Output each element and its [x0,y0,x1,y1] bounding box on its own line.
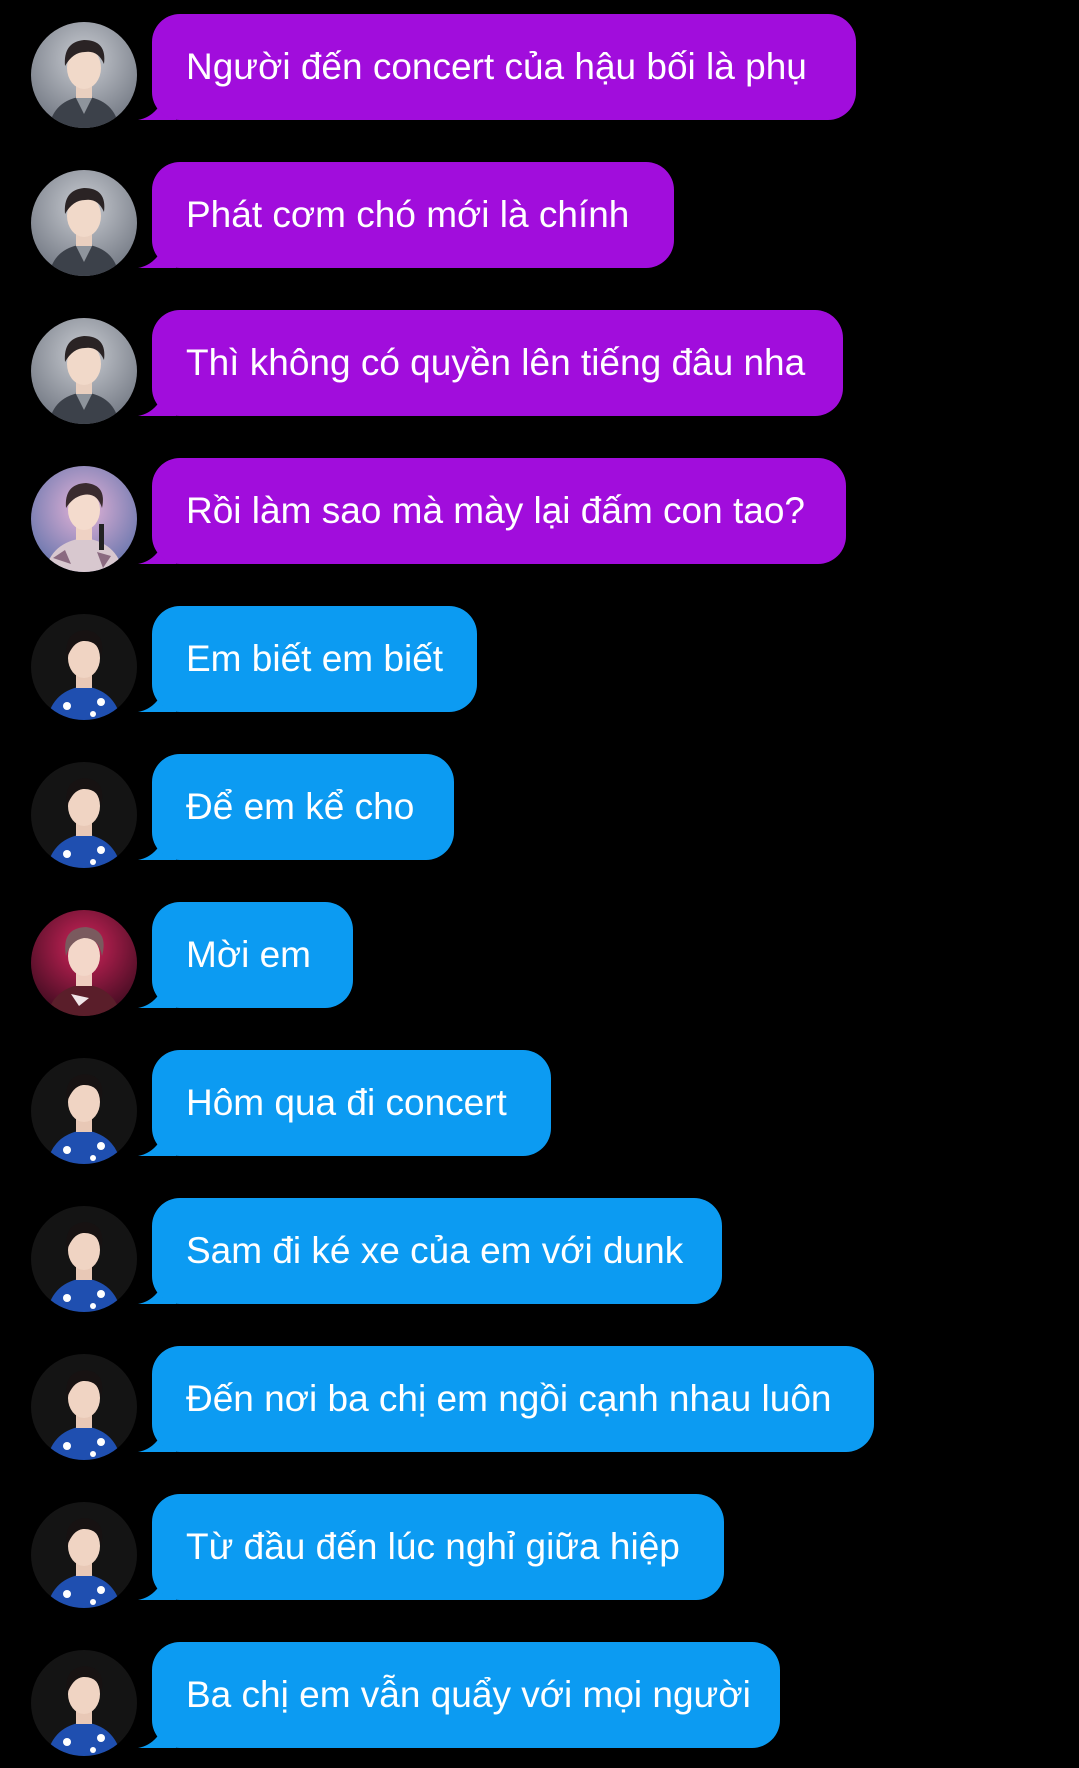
message-bubble[interactable]: Sam đi ké xe của em với dunk [152,1198,722,1304]
avatar-gray-jacket[interactable] [31,318,137,424]
message-row: Người đến concert của hậu bối là phụ [0,14,1079,128]
message-bubble[interactable]: Em biết em biết [152,606,477,712]
message-bubble[interactable]: Để em kể cho [152,754,454,860]
avatar-dark-blue-shirt[interactable] [31,1206,137,1312]
message-text: Sam đi ké xe của em với dunk [186,1230,684,1271]
message-bubble[interactable]: Rồi làm sao mà mày lại đấm con tao? [152,458,846,564]
avatar-stage-pink[interactable] [31,466,137,572]
avatar-dark-blue-shirt[interactable] [31,1058,137,1164]
avatar-gray-jacket[interactable] [31,170,137,276]
message-bubble[interactable]: Mời em [152,902,353,1008]
message-text: Phát cơm chó mới là chính [186,194,630,235]
message-bubble[interactable]: Đến nơi ba chị em ngồi cạnh nhau luôn [152,1346,874,1452]
message-text: Rồi làm sao mà mày lại đấm con tao? [186,490,805,531]
message-row: Ba chị em vẫn quẩy với mọi người [0,1642,1079,1756]
message-bubble[interactable]: Từ đầu đến lúc nghỉ giữa hiệp [152,1494,724,1600]
avatar-dark-blue-shirt[interactable] [31,1354,137,1460]
message-text: Đến nơi ba chị em ngồi cạnh nhau luôn [186,1378,832,1419]
message-row: Phát cơm chó mới là chính [0,162,1079,276]
message-text: Từ đầu đến lúc nghỉ giữa hiệp [186,1526,680,1567]
message-row: Đến nơi ba chị em ngồi cạnh nhau luôn [0,1346,1079,1460]
message-row: Từ đầu đến lúc nghỉ giữa hiệp [0,1494,1079,1608]
avatar-dark-blue-shirt[interactable] [31,1650,137,1756]
message-text: Hôm qua đi concert [186,1082,507,1123]
chat-thread: Người đến concert của hậu bối là phụ Phá… [0,0,1079,1768]
avatar-dark-blue-shirt[interactable] [31,762,137,868]
message-text: Em biết em biết [186,638,444,679]
message-row: Để em kể cho [0,754,1079,868]
message-bubble[interactable]: Phát cơm chó mới là chính [152,162,674,268]
avatar-gray-jacket[interactable] [31,22,137,128]
avatar-dark-blue-shirt[interactable] [31,1502,137,1608]
avatar-dark-blue-shirt[interactable] [31,614,137,720]
message-bubble[interactable]: Người đến concert của hậu bối là phụ [152,14,856,120]
message-text: Để em kể cho [186,786,415,827]
message-bubble[interactable]: Thì không có quyền lên tiếng đâu nha [152,310,843,416]
message-bubble[interactable]: Hôm qua đi concert [152,1050,551,1156]
avatar-stage-red[interactable] [31,910,137,1016]
message-text: Ba chị em vẫn quẩy với mọi người [186,1674,751,1715]
message-text: Mời em [186,934,311,975]
message-text: Thì không có quyền lên tiếng đâu nha [186,342,806,383]
message-text: Người đến concert của hậu bối là phụ [186,46,807,87]
message-bubble[interactable]: Ba chị em vẫn quẩy với mọi người [152,1642,780,1748]
message-row: Hôm qua đi concert [0,1050,1079,1164]
message-row: Sam đi ké xe của em với dunk [0,1198,1079,1312]
message-row: Em biết em biết [0,606,1079,720]
message-row: Mời em [0,902,1079,1016]
message-row: Thì không có quyền lên tiếng đâu nha [0,310,1079,424]
message-row: Rồi làm sao mà mày lại đấm con tao? [0,458,1079,572]
